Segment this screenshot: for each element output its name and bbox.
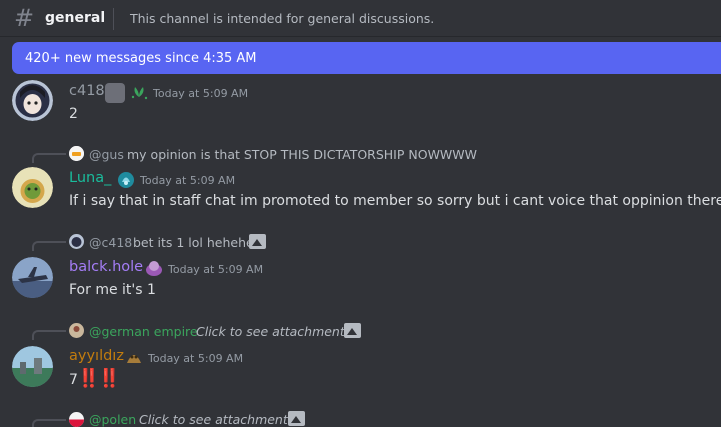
role-badge-icon (116, 170, 136, 190)
message-content: 7‼️‼️ (69, 368, 121, 389)
username[interactable]: c418 (69, 83, 105, 99)
timestamp[interactable]: Today at 5:09 AM (140, 174, 235, 187)
image-icon (249, 234, 266, 249)
image-icon (288, 411, 305, 426)
header-divider (113, 8, 114, 30)
reply-preview[interactable]: Click to see attachment (139, 412, 288, 427)
avatar[interactable] (12, 257, 53, 298)
reply-avatar[interactable] (69, 234, 84, 249)
hashtag-icon: # (14, 4, 35, 32)
reply-username[interactable]: @gus (89, 147, 124, 162)
reply-connector (32, 330, 66, 340)
role-badge-icon (129, 83, 149, 103)
reply-connector (32, 241, 66, 251)
avatar[interactable] (12, 346, 53, 387)
avatar[interactable] (12, 80, 53, 121)
username[interactable]: ayyıldız (69, 348, 124, 364)
channel-topic[interactable]: This channel is intended for general dis… (130, 11, 434, 26)
username[interactable]: Luna_ (69, 170, 111, 186)
reply-connector (32, 419, 66, 427)
role-badge-icon (144, 258, 164, 278)
reply-preview[interactable]: Click to see attachment (196, 324, 345, 339)
reply-connector (32, 153, 66, 163)
role-badge-icon (124, 347, 144, 367)
message-content: For me it's 1 (69, 282, 156, 298)
message-text: 7 (69, 372, 78, 388)
timestamp[interactable]: Today at 5:09 AM (148, 352, 243, 365)
reply-username[interactable]: @polen (89, 412, 136, 427)
message-content: If i say that in staff chat im promoted … (69, 193, 721, 209)
avatar[interactable] (12, 167, 53, 208)
reply-preview[interactable]: bet its 1 lol hehehe (133, 235, 254, 250)
channel-name[interactable]: general (45, 10, 105, 26)
reply-avatar[interactable] (69, 146, 84, 161)
double-exclamation-emoji: ‼️‼️ (77, 368, 121, 389)
new-messages-text: 420+ new messages since 4:35 AM (25, 51, 257, 66)
reply-username[interactable]: @german empire (89, 324, 198, 339)
channel-header: # general This channel is intended for g… (0, 0, 721, 37)
username[interactable]: balck.hole (69, 259, 143, 275)
timestamp[interactable]: Today at 5:09 AM (153, 87, 248, 100)
reply-preview[interactable]: my opinion is that STOP THIS DICTATORSHI… (127, 147, 477, 162)
message-content: 2 (69, 106, 78, 122)
image-icon (344, 323, 361, 338)
timestamp[interactable]: Today at 5:09 AM (168, 263, 263, 276)
reply-avatar[interactable] (69, 323, 84, 338)
new-messages-banner[interactable]: 420+ new messages since 4:35 AM (12, 42, 721, 74)
reply-avatar[interactable] (69, 412, 84, 427)
role-badge-icon (105, 83, 125, 103)
reply-username[interactable]: @c418 (89, 235, 132, 250)
